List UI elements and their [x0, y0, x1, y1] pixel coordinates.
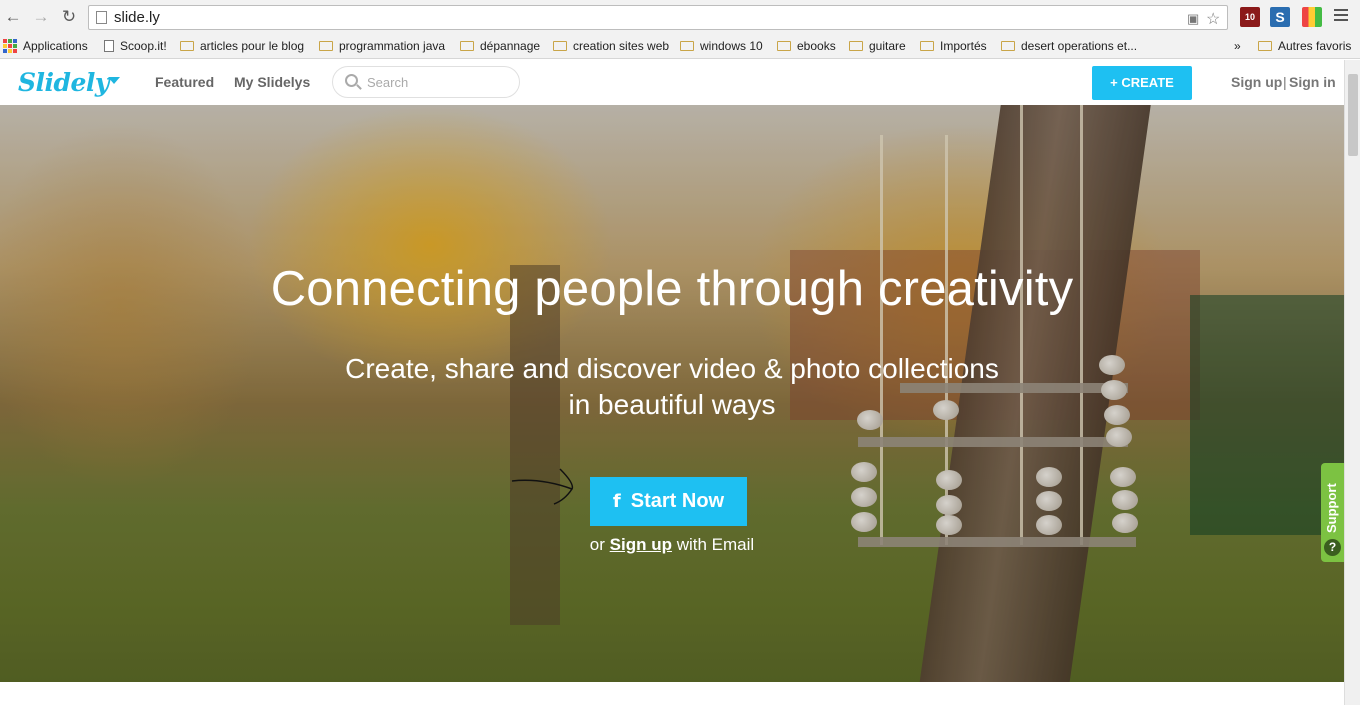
folder-icon — [680, 41, 694, 51]
help-icon: ? — [1324, 539, 1341, 556]
bookmark-label: articles pour le blog — [200, 39, 305, 53]
search-box[interactable] — [332, 66, 520, 98]
bookmark-articles[interactable]: articles pour le blog — [180, 39, 304, 53]
color-extension-icon[interactable] — [1302, 7, 1322, 27]
bookmark-label: guitare — [869, 39, 906, 53]
email-signup-line: or Sign up with Email — [0, 535, 1344, 555]
hero-subline-2: in beautiful ways — [568, 389, 776, 420]
ublock-icon[interactable]: 10 — [1240, 7, 1260, 27]
browser-toolbar: ← → ↻ slide.ly ▣ ☆ 10 S — [0, 0, 1360, 35]
folder-icon — [553, 41, 567, 51]
bookmark-java[interactable]: programmation java — [319, 39, 445, 53]
folder-icon — [1258, 41, 1272, 51]
bookmark-other[interactable]: Autres favoris — [1258, 39, 1351, 53]
bookmark-label: programmation java — [339, 39, 446, 53]
bookmark-label: Autres favoris — [1278, 39, 1352, 53]
logo-dropdown-icon[interactable] — [108, 77, 120, 84]
apps-grid-icon — [3, 39, 17, 53]
bookmark-label: dépannage — [480, 39, 541, 53]
or-suffix: with Email — [676, 535, 755, 554]
bookmark-star-icon[interactable]: ☆ — [1206, 9, 1220, 29]
page-icon — [96, 11, 107, 24]
facebook-icon: f — [612, 491, 621, 512]
translate-icon[interactable]: ▣ — [1187, 11, 1199, 27]
bookmark-label: Importés — [940, 39, 987, 53]
search-input[interactable] — [367, 73, 507, 91]
scoopit-extension-icon[interactable]: S — [1270, 7, 1290, 27]
bookmark-label: desert operations et... — [1021, 39, 1138, 53]
support-label: Support — [1324, 483, 1339, 533]
doc-icon — [104, 40, 114, 52]
bookmark-desert[interactable]: desert operations et... — [1001, 39, 1137, 53]
nav-my-slidelys[interactable]: My Slidelys — [234, 74, 310, 90]
bookmark-label: ebooks — [797, 39, 836, 53]
bookmark-windows10[interactable]: windows 10 — [680, 39, 763, 53]
folder-icon — [180, 41, 194, 51]
hero-headline: Connecting people through creativity — [270, 262, 1074, 316]
bookmark-scoopit[interactable]: Scoop.it! — [104, 39, 167, 53]
bookmark-depannage[interactable]: dépannage — [460, 39, 540, 53]
bookmark-importes[interactable]: Importés — [920, 39, 987, 53]
bookmark-label: Applications — [23, 39, 88, 53]
reload-icon[interactable]: ↻ — [58, 6, 80, 28]
hero-section: Connecting people through creativity Cre… — [0, 105, 1344, 682]
sign-up-link[interactable]: Sign up — [1231, 74, 1282, 90]
or-prefix: or — [589, 535, 605, 554]
bookmark-label: Scoop.it! — [120, 39, 167, 53]
page-scrollbar[interactable] — [1344, 60, 1360, 705]
auth-separator: | — [1283, 74, 1287, 90]
hero-subline-1: Create, share and discover video & photo… — [345, 353, 999, 384]
start-now-label: Start Now — [630, 490, 725, 512]
search-icon — [345, 74, 358, 87]
bookmarks-bar: Applications Scoop.it! articles pour le … — [0, 35, 1360, 59]
bookmark-guitare[interactable]: guitare — [849, 39, 906, 53]
bookmark-ebooks[interactable]: ebooks — [777, 39, 836, 53]
slidely-logo[interactable]: Slidely — [18, 68, 109, 97]
url-text[interactable]: slide.ly — [114, 9, 160, 26]
bookmark-applications[interactable]: Applications — [3, 39, 88, 53]
menu-icon[interactable] — [1334, 9, 1348, 23]
folder-icon — [849, 41, 863, 51]
bookmark-sites-web[interactable]: creation sites web — [553, 39, 669, 53]
sign-in-link[interactable]: Sign in — [1289, 74, 1336, 90]
page-below-fold — [0, 682, 1344, 705]
bookmark-overflow[interactable]: » — [1234, 39, 1241, 53]
bookmark-label: windows 10 — [700, 39, 763, 53]
folder-icon — [777, 41, 791, 51]
email-sign-up-link[interactable]: Sign up — [610, 535, 672, 554]
support-tab[interactable]: Support ? — [1321, 463, 1344, 562]
folder-icon — [460, 41, 474, 51]
address-bar[interactable]: slide.ly ▣ ☆ — [88, 5, 1228, 30]
bookmark-label: creation sites web — [573, 39, 670, 53]
scrollbar-thumb[interactable] — [1348, 74, 1358, 156]
folder-icon — [1001, 41, 1015, 51]
hero-subline: Create, share and discover video & photo… — [0, 351, 1344, 423]
site-header: Slidely Featured My Slidelys + CREATE Si… — [0, 60, 1344, 105]
ublock-count: 10 — [1244, 12, 1255, 22]
forward-icon[interactable]: → — [30, 6, 52, 28]
start-now-button[interactable]: f Start Now — [590, 477, 747, 526]
nav-featured[interactable]: Featured — [155, 74, 214, 90]
arrow-doodle-icon — [511, 468, 574, 505]
folder-icon — [920, 41, 934, 51]
back-icon[interactable]: ← — [2, 6, 24, 28]
folder-icon — [319, 41, 333, 51]
create-button[interactable]: + CREATE — [1092, 66, 1192, 100]
